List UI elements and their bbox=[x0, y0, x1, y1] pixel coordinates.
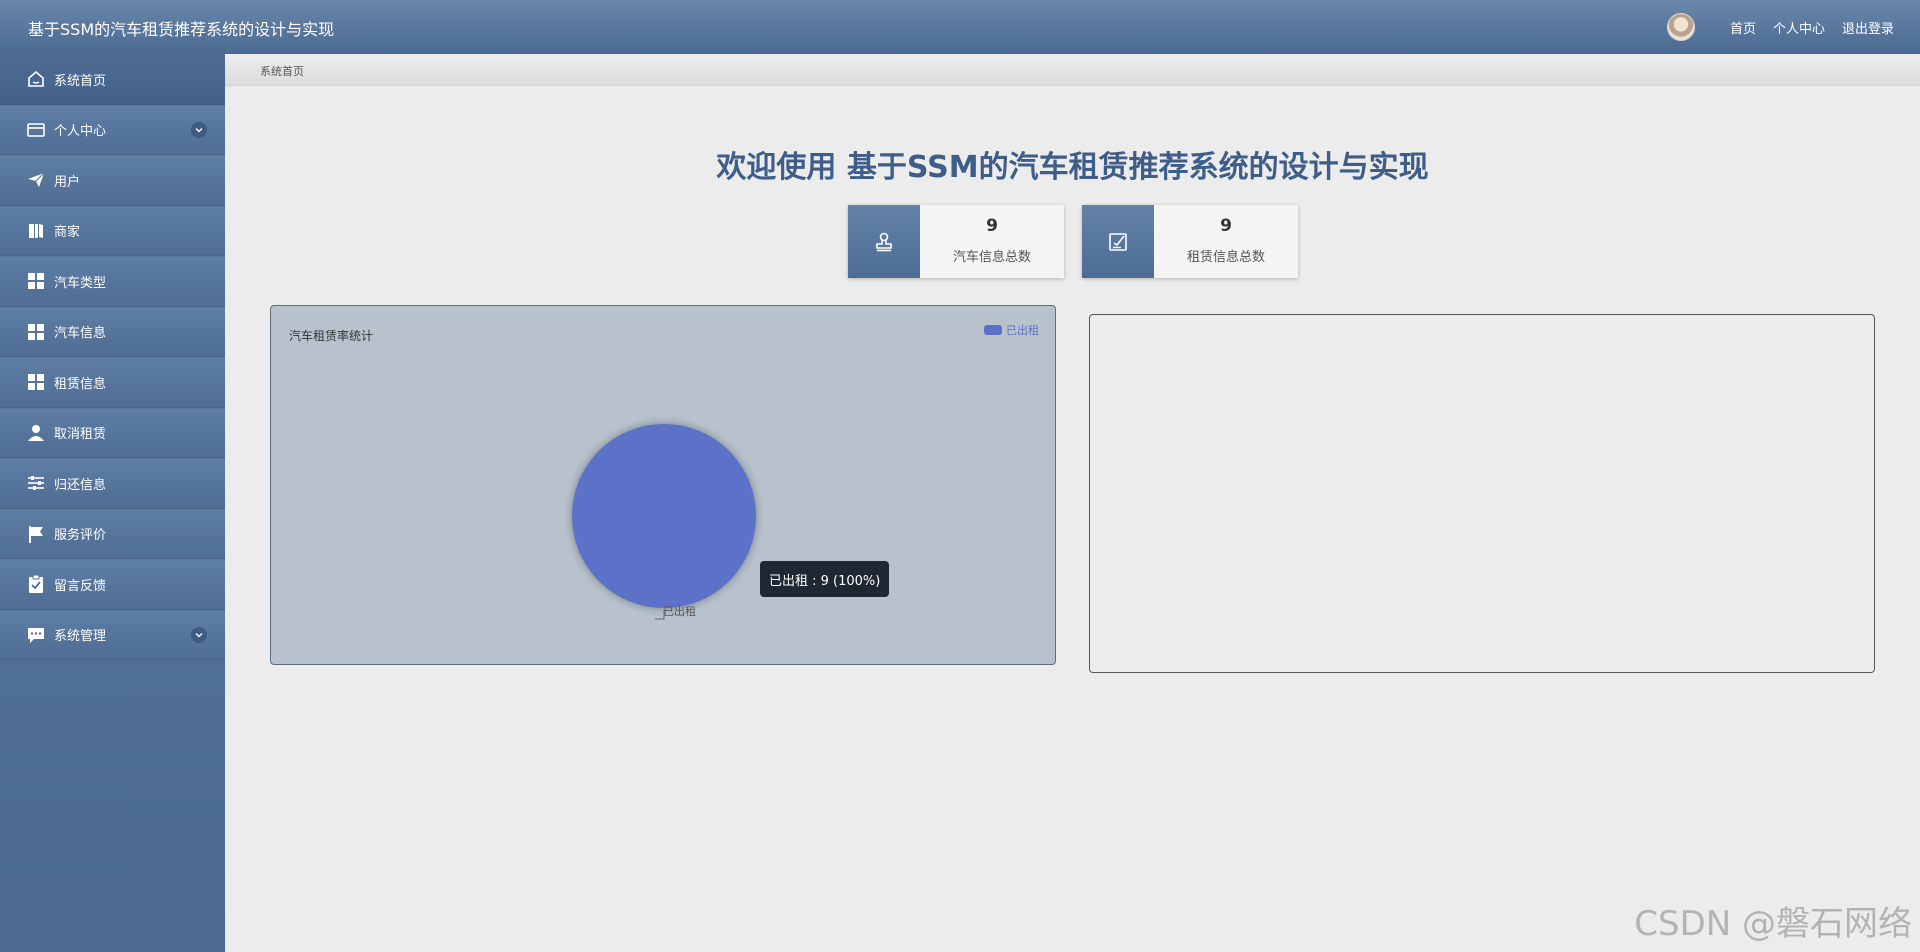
stat-label: 汽车信息总数 bbox=[952, 250, 1031, 265]
edit-note-icon bbox=[1082, 205, 1154, 278]
sidebar-item-system-management[interactable]: 系统管理 bbox=[0, 609, 225, 660]
grid-icon bbox=[25, 321, 47, 343]
breadcrumb: 系统首页 bbox=[225, 54, 1920, 86]
top-bar: 基于SSM的汽车租赁推荐系统的设计与实现 首页 个人中心 退出登录 bbox=[0, 0, 1920, 54]
sidebar-item-label: 系统管理 bbox=[54, 629, 107, 645]
grid-icon bbox=[25, 270, 47, 292]
book-icon bbox=[25, 220, 47, 242]
stat-label: 租赁信息总数 bbox=[1186, 250, 1265, 265]
pie-slice-label: 已出租 bbox=[663, 605, 696, 618]
sidebar-item-label: 汽车信息 bbox=[54, 326, 107, 342]
sidebar-item-label: 归还信息 bbox=[54, 477, 107, 493]
sliders-icon bbox=[25, 472, 47, 494]
sidebar: 系统首页 个人中心 用户 商家 汽车类型 汽车信息 租赁信息 取消租赁 归还信息… bbox=[0, 54, 225, 952]
stat-card-car-count: 9 汽车信息总数 bbox=[848, 205, 1064, 278]
watermark: CSDN @磐石网络 bbox=[1634, 904, 1912, 944]
sidebar-item-profile[interactable]: 个人中心 bbox=[0, 104, 225, 155]
sidebar-item-label: 留言反馈 bbox=[54, 578, 107, 594]
chevron-down-icon[interactable] bbox=[191, 121, 207, 138]
paper-plane-icon bbox=[25, 169, 47, 191]
sidebar-item-car-info[interactable]: 汽车信息 bbox=[0, 306, 225, 357]
sidebar-item-service-review[interactable]: 服务评价 bbox=[0, 508, 225, 559]
stat-value: 9 bbox=[986, 216, 998, 236]
sidebar-item-home[interactable]: 系统首页 bbox=[0, 54, 225, 105]
home-icon bbox=[25, 68, 47, 90]
sidebar-item-merchants[interactable]: 商家 bbox=[0, 205, 225, 256]
clipboard-check-icon bbox=[25, 573, 47, 595]
grid-icon bbox=[25, 371, 47, 393]
sidebar-item-car-types[interactable]: 汽车类型 bbox=[0, 256, 225, 307]
stat-card-rental-count: 9 租赁信息总数 bbox=[1082, 205, 1298, 278]
rental-rate-chart: 汽车租赁率统计 已出租 已出租 已出租 : 9 (100%) bbox=[270, 305, 1056, 665]
chat-icon bbox=[25, 624, 47, 646]
sidebar-item-label: 商家 bbox=[54, 225, 81, 241]
breadcrumb-item[interactable]: 系统首页 bbox=[260, 63, 304, 79]
sidebar-item-label: 汽车类型 bbox=[54, 275, 107, 291]
sidebar-item-label: 服务评价 bbox=[54, 528, 107, 544]
flag-icon bbox=[25, 523, 47, 545]
sidebar-item-label: 系统首页 bbox=[54, 73, 107, 89]
home-link[interactable]: 首页 bbox=[1730, 18, 1756, 37]
sidebar-item-label: 取消租赁 bbox=[54, 427, 107, 443]
app-title: 基于SSM的汽车租赁推荐系统的设计与实现 bbox=[28, 20, 335, 39]
empty-chart-panel bbox=[1089, 314, 1875, 673]
sidebar-item-users[interactable]: 用户 bbox=[0, 155, 225, 206]
sidebar-item-rental-info[interactable]: 租赁信息 bbox=[0, 357, 225, 408]
sidebar-item-label: 用户 bbox=[54, 174, 81, 190]
card-icon bbox=[25, 119, 47, 141]
stamp-icon bbox=[848, 205, 920, 278]
sidebar-item-cancel-rental[interactable]: 取消租赁 bbox=[0, 407, 225, 458]
sidebar-item-return-info[interactable]: 归还信息 bbox=[0, 458, 225, 509]
user-icon bbox=[25, 422, 47, 444]
stat-value: 9 bbox=[1220, 216, 1232, 236]
sidebar-item-feedback[interactable]: 留言反馈 bbox=[0, 559, 225, 610]
pie-slice-0[interactable] bbox=[572, 424, 756, 608]
sidebar-item-label: 个人中心 bbox=[54, 124, 107, 140]
logout-link[interactable]: 退出登录 bbox=[1842, 18, 1894, 37]
profile-link[interactable]: 个人中心 bbox=[1773, 18, 1825, 37]
top-nav: 首页 个人中心 退出登录 bbox=[1666, 0, 1894, 54]
avatar[interactable] bbox=[1666, 13, 1695, 41]
chevron-down-icon[interactable] bbox=[191, 626, 207, 643]
chart-tooltip: 已出租 : 9 (100%) bbox=[760, 561, 890, 597]
sidebar-item-label: 租赁信息 bbox=[54, 376, 107, 392]
page-title: 欢迎使用 基于SSM的汽车租赁推荐系统的设计与实现 bbox=[716, 150, 1429, 185]
